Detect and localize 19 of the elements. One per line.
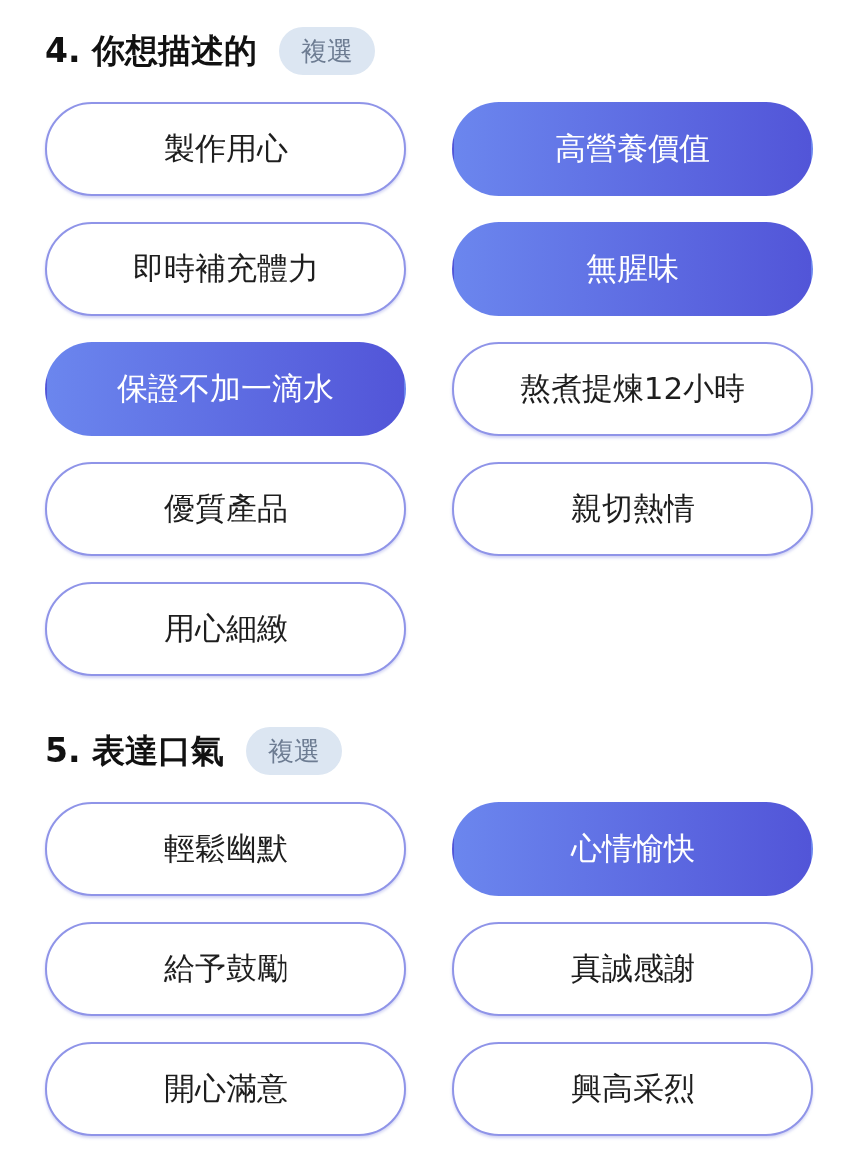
option-button[interactable]: 製作用心: [45, 102, 406, 196]
option-button[interactable]: 開心滿意: [45, 1042, 406, 1136]
multi-select-badge: 複選: [246, 727, 342, 775]
option-button[interactable]: 即時補充體力: [45, 222, 406, 316]
section-title: 4. 你想描述的: [45, 30, 257, 72]
section-title: 5. 表達口氣: [45, 730, 224, 772]
option-button[interactable]: 優質產品: [45, 462, 406, 556]
multi-select-badge: 複選: [279, 27, 375, 75]
option-button[interactable]: 高營養價值: [452, 102, 813, 196]
option-button[interactable]: 給予鼓勵: [45, 922, 406, 1016]
option-button[interactable]: 興高采烈: [452, 1042, 813, 1136]
option-button[interactable]: 心情愉快: [452, 802, 813, 896]
option-button[interactable]: 輕鬆幽默: [45, 802, 406, 896]
option-button[interactable]: 真誠感謝: [452, 922, 813, 1016]
option-button[interactable]: 保證不加一滴水: [45, 342, 406, 436]
option-button[interactable]: 熬煮提煉12小時: [452, 342, 813, 436]
option-button[interactable]: 親切熱情: [452, 462, 813, 556]
option-button[interactable]: 無腥味: [452, 222, 813, 316]
option-button[interactable]: 用心細緻: [45, 582, 406, 676]
